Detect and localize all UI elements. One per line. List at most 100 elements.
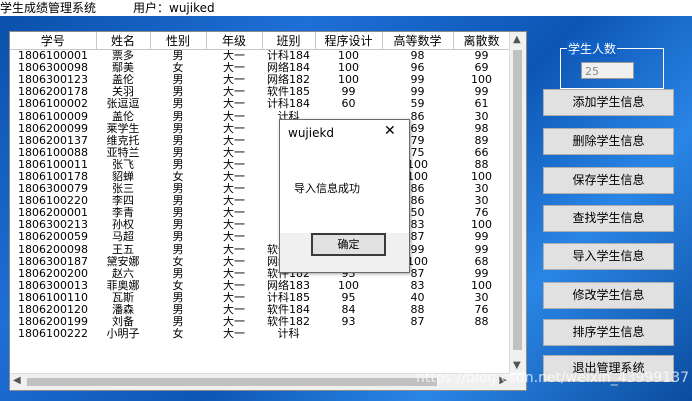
table-cell: 68 xyxy=(474,255,489,268)
vertical-scrollbar[interactable]: ▲ ▼ xyxy=(509,32,526,373)
table-cell: 男 xyxy=(172,183,184,196)
table-row[interactable]: 1806100002 张逗逗 男 大一 计科184 60 59 61 xyxy=(10,98,510,110)
table-cell: 87 xyxy=(410,316,425,329)
table-cell: 83 xyxy=(410,279,425,292)
table-cell: 1806100088 xyxy=(18,146,88,159)
column-header[interactable]: 程序设计 xyxy=(315,32,383,50)
column-header[interactable]: 高等数学 xyxy=(382,32,454,50)
table-row[interactable]: 1806300123 盖伦 男 大一 网络182 100 99 100 xyxy=(10,74,510,86)
table-cell: 男 xyxy=(172,146,184,159)
table-row[interactable]: 1806200001李青男大一软5076 xyxy=(10,207,510,219)
table-cell: 99 xyxy=(341,86,356,99)
student-list-view[interactable]: 学号 姓名 性别 年级 班别 程序设计 高等数学 离散数 1806100001 票多男大一 计科1… xyxy=(9,31,527,391)
table-cell: 男 xyxy=(172,219,184,232)
table-cell: 1806300123 xyxy=(18,74,88,87)
student-count-label: 学生人数 xyxy=(567,40,618,57)
table-cell: 大一 xyxy=(223,62,245,75)
table-cell: 网络183 xyxy=(267,279,310,292)
table-cell: 88 xyxy=(410,303,425,317)
table-cell: 98 xyxy=(410,49,425,63)
table-row[interactable]: 1806300213孙权男大一网83100 xyxy=(10,219,510,231)
modify-student-button[interactable]: 修改学生信息 xyxy=(543,282,674,309)
add-student-button[interactable]: 添加学生信息 xyxy=(543,89,674,116)
table-cell: 大一 xyxy=(223,183,245,196)
table-cell: 1806100002 xyxy=(18,98,88,111)
table-cell: 大一 xyxy=(223,98,245,111)
table-cell: 菲奥娜 xyxy=(106,279,140,292)
table-cell: 男 xyxy=(172,291,184,304)
title-bar: 学生成绩管理系统 用户：wujiked xyxy=(0,0,692,16)
table-cell: 女 xyxy=(172,62,184,75)
table-row[interactable]: 1806200199 刘备 男 大一 软件182 93 87 88 xyxy=(10,316,510,328)
table-cell: 网络184 xyxy=(267,62,310,75)
table-cell: 盖伦 xyxy=(112,74,134,87)
table-row[interactable]: 1806300013 菲奥娜 女 大一 网络183 100 83 100 xyxy=(10,280,510,292)
table-cell: 1806200137 xyxy=(18,134,88,147)
table-cell: 大一 xyxy=(223,195,245,208)
table-cell: 60 xyxy=(341,98,356,111)
table-row[interactable]: 1806200137维克托男大一软7989 xyxy=(10,135,510,147)
table-cell: 男 xyxy=(172,207,184,220)
column-header[interactable]: 性别 xyxy=(150,32,207,50)
table-cell: 李四 xyxy=(112,195,134,208)
sort-student-button[interactable]: 排序学生信息 xyxy=(543,319,674,346)
watermark-text: https://blog.csdn.net/weixin_43999137 xyxy=(416,370,690,386)
column-header[interactable]: 姓名 xyxy=(96,32,151,50)
vertical-scroll-thumb[interactable] xyxy=(513,50,522,350)
table-row[interactable]: 1806200059马超男大一软8799 xyxy=(10,231,510,243)
delete-student-button[interactable]: 删除学生信息 xyxy=(543,128,674,155)
table-row[interactable]: 1806100011张飞男大一计10088 xyxy=(10,159,510,171)
table-cell: 1806100001 xyxy=(18,49,88,63)
table-row[interactable]: 1806200200 赵六男大一 软件182 93 87 99 xyxy=(10,268,510,280)
column-header[interactable]: 班别 xyxy=(262,32,316,50)
student-count-field: 25 xyxy=(581,62,634,79)
table-cell: 1806200200 xyxy=(18,267,88,280)
table-cell: 计科 xyxy=(277,328,300,341)
table-cell: 30 xyxy=(474,291,489,304)
table-cell: 1806100220 xyxy=(18,195,88,208)
table-row[interactable]: 1806200178 关羽 男 大一 软件185 99 99 99 xyxy=(10,86,510,98)
table-cell: 1806200120 xyxy=(18,303,88,317)
table-cell: 100 xyxy=(471,74,492,87)
column-header[interactable]: 年级 xyxy=(206,32,263,50)
import-student-button[interactable]: 导入学生信息 xyxy=(543,243,674,270)
table-cell: 1806200099 xyxy=(18,122,88,135)
table-cell: 张飞 xyxy=(112,158,134,171)
table-cell xyxy=(453,328,510,340)
table-row[interactable]: 1806200098王五男大一软件181999999 xyxy=(10,244,510,256)
table-row[interactable]: 1806300187黛安娜女大一网络18410010068 xyxy=(10,256,510,268)
table-row[interactable]: 1806100178貂蝉女大一计100100 xyxy=(10,171,510,183)
table-cell: 大一 xyxy=(223,86,245,99)
table-cell: 潘森 xyxy=(112,303,134,317)
table-row[interactable]: 1806200120 潘森 男 大一 软件184 84 88 76 xyxy=(10,304,510,316)
table-cell: 1806200098 xyxy=(18,243,88,256)
table-cell: 网络182 xyxy=(267,74,310,87)
table-cell: 100 xyxy=(338,49,359,63)
table-row[interactable]: 1806100220李四男大一计8630 xyxy=(10,195,510,207)
table-row[interactable]: 1806100088亚特兰男大一计7566 xyxy=(10,147,510,159)
table-row[interactable]: 1806100009 盖伦男大一 计科 86 30 xyxy=(10,110,510,122)
save-student-button[interactable]: 保存学生信息 xyxy=(543,167,674,194)
table-row[interactable]: 1806100001 票多 男 大一 计科184 100 98 99 xyxy=(10,50,510,63)
scroll-left-icon[interactable]: ◀ xyxy=(13,375,21,386)
table-row[interactable]: 1806300098 鄢美 女 大一 网络184 100 96 69 xyxy=(10,62,510,74)
table-row[interactable]: 1806300079张三男大一网8630 xyxy=(10,183,510,195)
table-cell: 大一 xyxy=(223,134,245,147)
table-row[interactable]: 1806100110 瓦斯 男 大一 计科185 95 40 30 xyxy=(10,292,510,304)
table-cell: 大一 xyxy=(223,170,245,183)
column-header[interactable]: 学号 xyxy=(10,32,97,50)
table-cell: 男 xyxy=(172,98,184,111)
find-student-button[interactable]: 查找学生信息 xyxy=(543,205,674,232)
table-cell: 软件185 xyxy=(267,86,310,99)
table-cell: 98 xyxy=(474,122,489,135)
table-cell: 88 xyxy=(474,316,489,329)
ok-button[interactable]: 确定 xyxy=(311,233,386,256)
close-icon[interactable]: ✕ xyxy=(384,123,396,139)
column-header[interactable]: 离散数 xyxy=(453,32,511,50)
table-cell: 40 xyxy=(410,291,425,304)
scroll-up-icon[interactable]: ▲ xyxy=(513,34,521,45)
table-row[interactable]: 1806200099莱学生男大一软6998 xyxy=(10,123,510,135)
table-cell: 孙权 xyxy=(112,219,134,232)
table-row[interactable]: 1806100222 小明子 女 大一 计科 xyxy=(10,328,510,340)
horizontal-scroll-thumb[interactable] xyxy=(27,378,437,386)
